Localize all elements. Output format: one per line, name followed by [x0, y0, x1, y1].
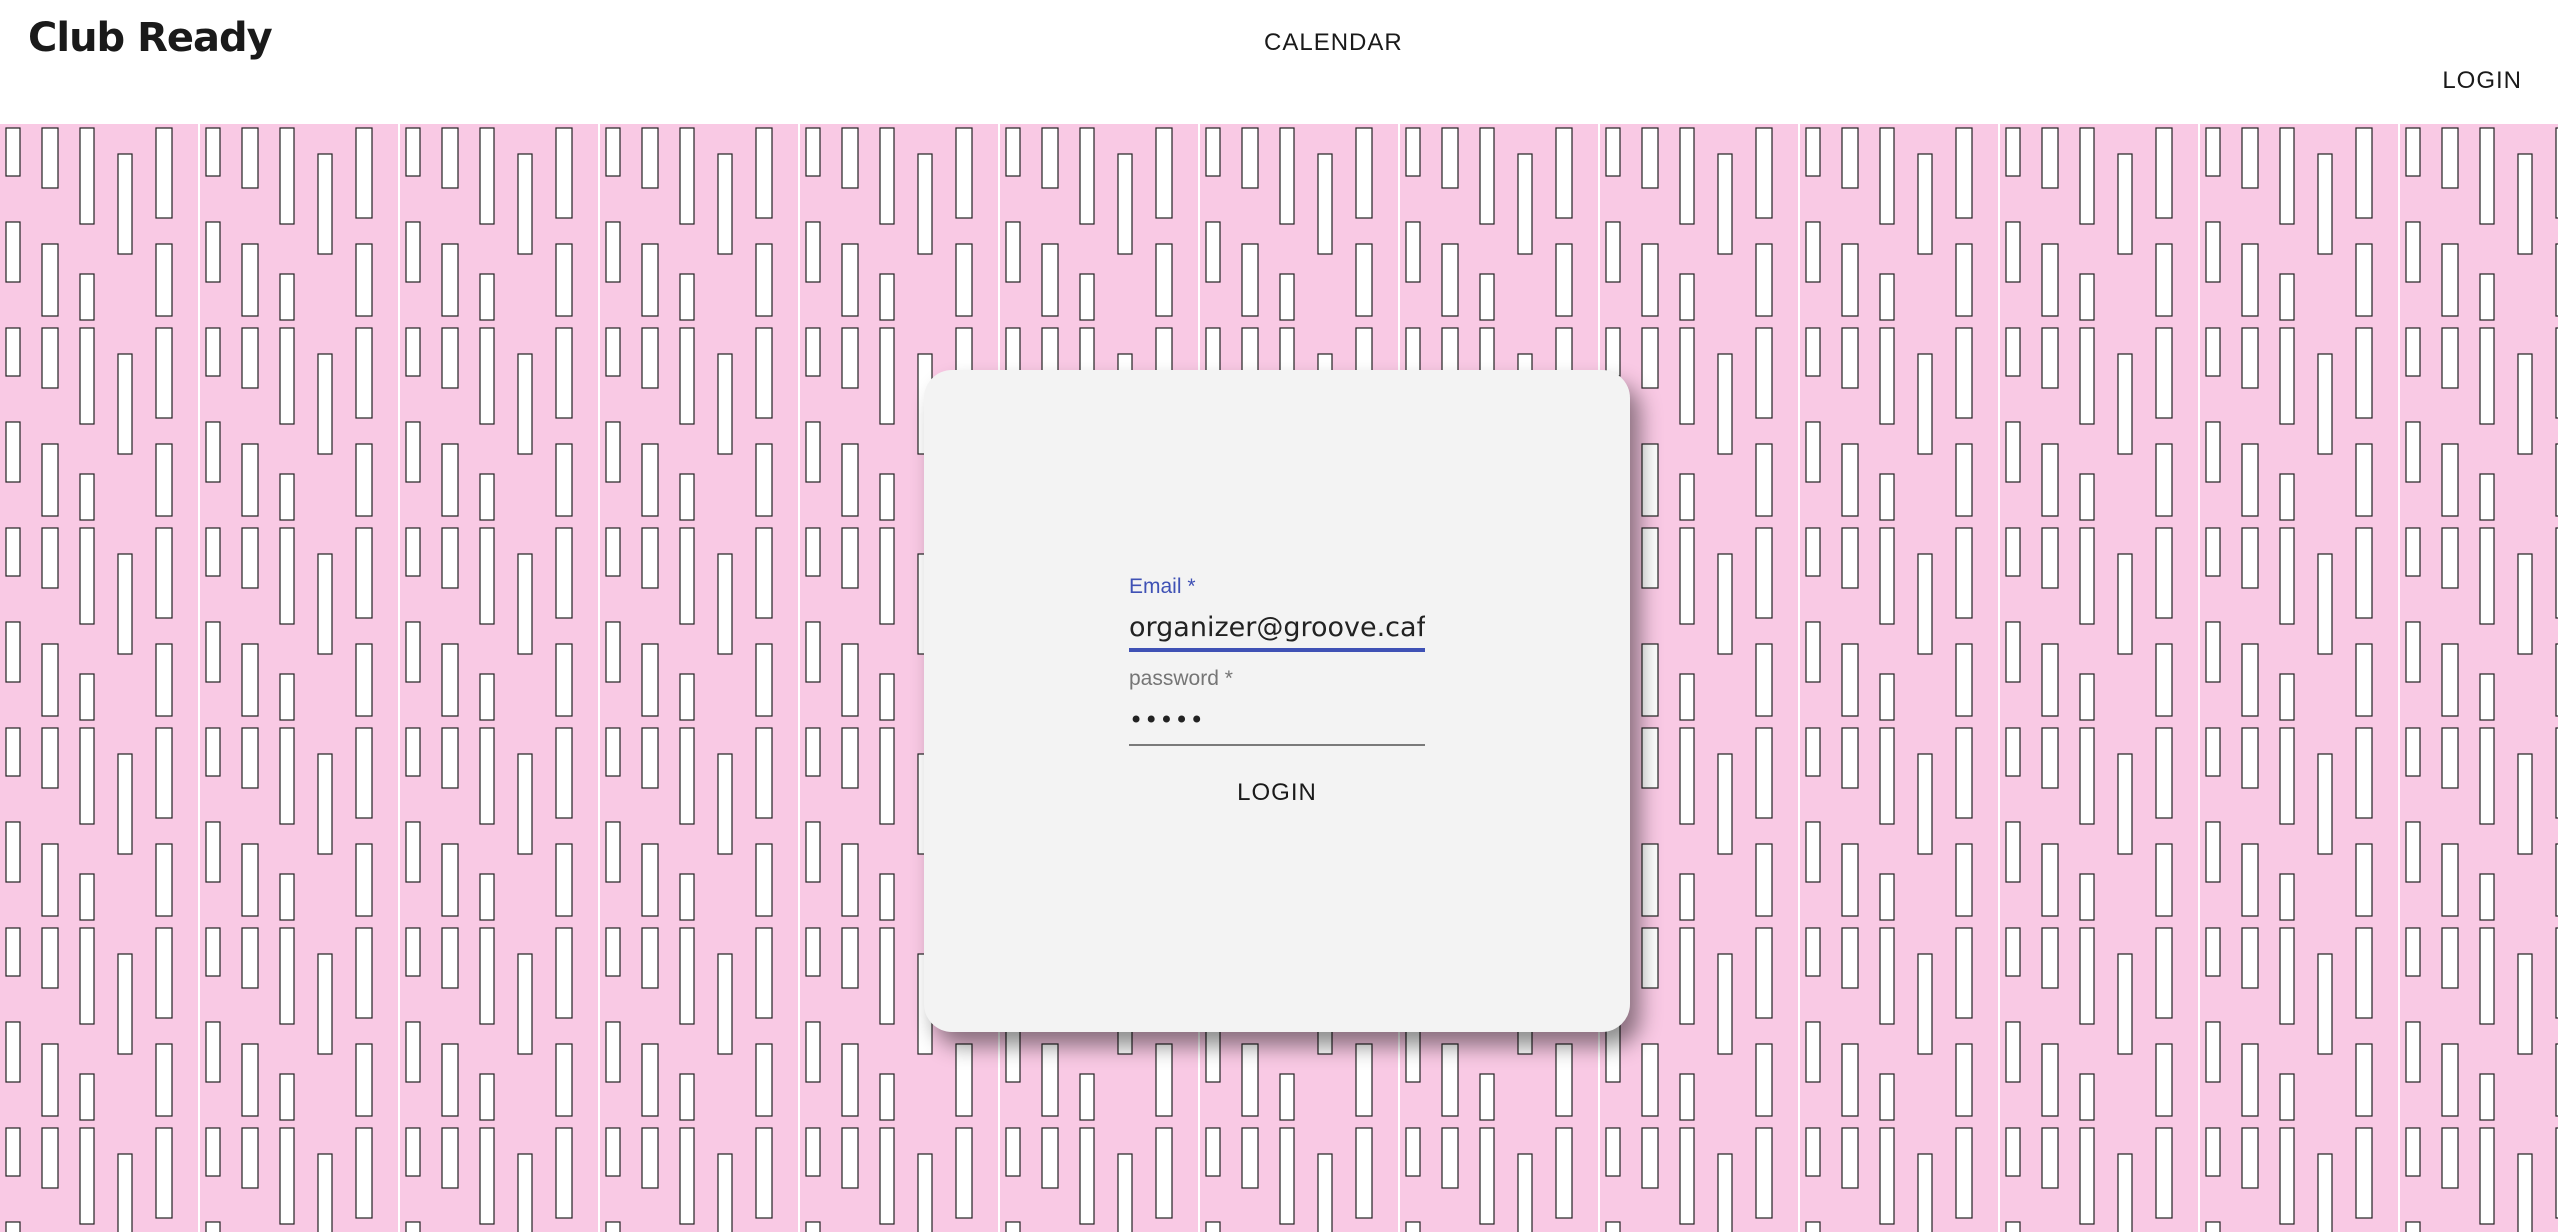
email-field: Email *	[1129, 574, 1425, 652]
login-card: Email * password * ••••• LOGIN	[924, 370, 1630, 1032]
email-label: Email *	[1129, 575, 1196, 598]
email-input[interactable]	[1129, 608, 1425, 652]
password-input[interactable]: •••••	[1129, 700, 1425, 746]
app-title: Club Ready	[28, 15, 273, 61]
password-field: password * •••••	[1129, 666, 1425, 746]
nav-calendar-link[interactable]: CALENDAR	[1264, 27, 1403, 59]
password-label: password *	[1129, 667, 1233, 690]
nav-login-link[interactable]: LOGIN	[2442, 65, 2522, 97]
login-button[interactable]: LOGIN	[1129, 770, 1425, 814]
top-app-bar: Club Ready CALENDAR LOGIN	[0, 0, 2558, 124]
app-root: Club Ready CALENDAR LOGIN Email * organi…	[0, 0, 2558, 1232]
